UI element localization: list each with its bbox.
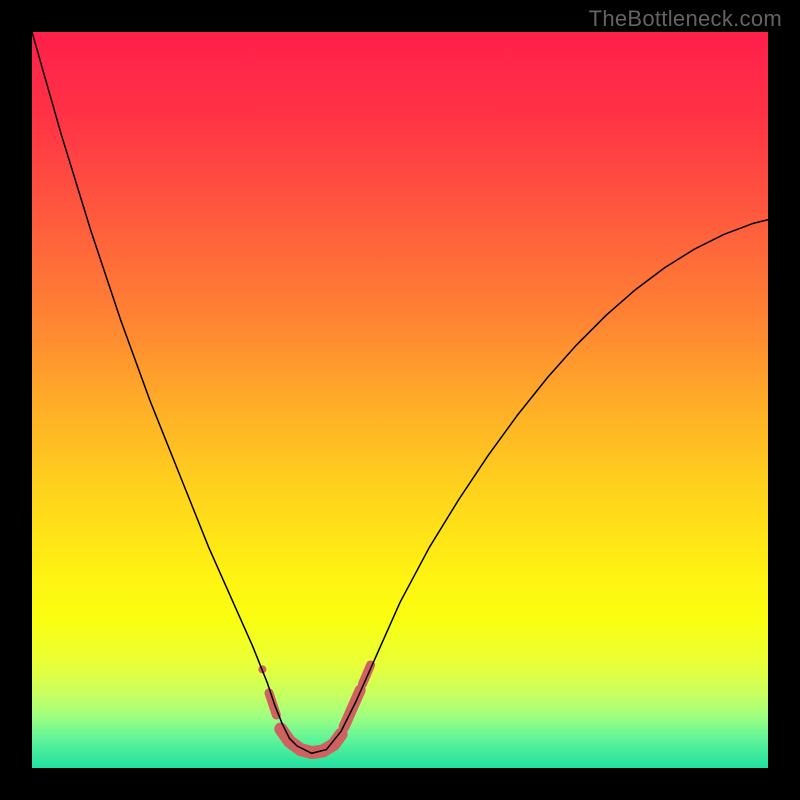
watermark-text: TheBottleneck.com <box>589 6 782 32</box>
chart-plot <box>32 32 768 768</box>
chart-background <box>32 32 768 768</box>
